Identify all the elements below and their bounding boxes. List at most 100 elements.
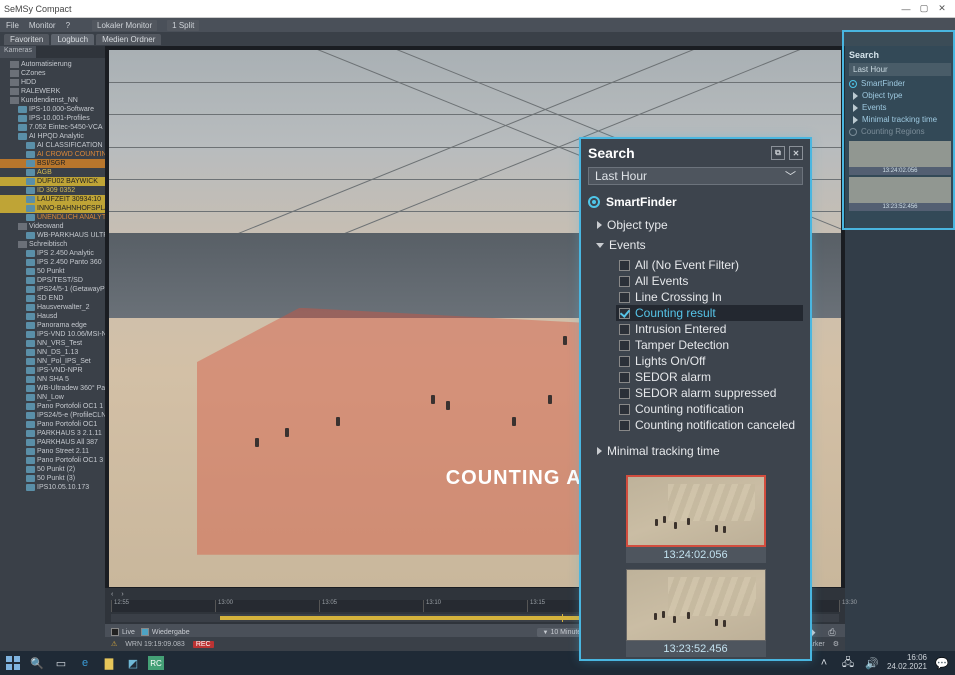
tree-item[interactable]: IPS-10.000-Software — [0, 105, 105, 114]
tab-favoriten[interactable]: Favoriten — [4, 34, 49, 45]
event-filter-row[interactable]: Counting notification — [616, 401, 803, 417]
playback-toggle[interactable]: Wiedergabe — [141, 628, 190, 636]
group-tracking[interactable]: Minimal tracking time — [849, 115, 951, 124]
tree-item[interactable]: Schreibtisch — [0, 240, 105, 249]
tree-item[interactable]: LAUFZEIT 30934:10 — [0, 195, 105, 204]
menu-help[interactable]: ? — [66, 21, 70, 30]
status-gear-icon[interactable]: ⚙ — [833, 640, 839, 648]
tray-net-icon[interactable]: 🖧 — [839, 654, 857, 672]
tree-item[interactable]: AGB — [0, 168, 105, 177]
menu-split[interactable]: 1 Split — [167, 20, 199, 31]
time-range-select[interactable]: Last Hour — [849, 63, 951, 76]
tree-item[interactable]: HDD — [0, 78, 105, 87]
popup-range-select[interactable]: Last Hour﹀ — [588, 167, 803, 185]
event-filter-row[interactable]: Intrusion Entered — [616, 321, 803, 337]
timeline-scroll-left[interactable]: ‹ — [111, 591, 113, 598]
smartfinder-radio[interactable]: SmartFinder — [849, 79, 951, 88]
tree-item[interactable]: Hausd — [0, 312, 105, 321]
tree-item[interactable]: IPS-VND-NPR — [0, 366, 105, 375]
popup-thumbnail[interactable] — [626, 475, 766, 547]
tree-item[interactable]: SD END — [0, 294, 105, 303]
event-filter-row[interactable]: Tamper Detection — [616, 337, 803, 353]
tree-item[interactable]: PARKHAUS 3 2.1.11 — [0, 429, 105, 438]
sidebar-tab-cameras[interactable]: Kameras — [0, 46, 36, 58]
tree-item[interactable]: IPS10.05.10.173 — [0, 483, 105, 492]
tree-item[interactable]: Pano Portofoli OC1 1 — [0, 402, 105, 411]
group-events[interactable]: Events — [849, 103, 951, 112]
tree-item[interactable]: Automatisierung — [0, 60, 105, 69]
tree-item[interactable]: IPS24/5-e (ProfileCLN25) — [0, 411, 105, 420]
menu-file[interactable]: File — [6, 21, 19, 30]
popup-thumbnail[interactable] — [626, 569, 766, 641]
event-filter-row[interactable]: Counting result — [616, 305, 803, 321]
tray-up-icon[interactable]: ˄ — [815, 654, 833, 672]
result-thumbnail[interactable]: 13:24:02.056 — [849, 141, 951, 175]
tree-item[interactable]: Hausverwalter_2 — [0, 303, 105, 312]
event-filter-row[interactable]: Line Crossing In — [616, 289, 803, 305]
tab-medien ordner[interactable]: Medien Ordner — [96, 34, 161, 45]
event-filter-row[interactable]: SEDOR alarm suppressed — [616, 385, 803, 401]
tree-item[interactable]: 50 Punkt (3) — [0, 474, 105, 483]
timeline-cursor[interactable] — [562, 614, 563, 622]
tree-item[interactable]: PARKHAUS All 387 — [0, 438, 105, 447]
event-filter-row[interactable]: Counting notification canceled — [616, 417, 803, 433]
tree-item[interactable]: Videowand — [0, 222, 105, 231]
tree-item[interactable]: RALEWERK — [0, 87, 105, 96]
tree-item[interactable]: CZones — [0, 69, 105, 78]
counting-regions-radio[interactable]: Counting Regions — [849, 127, 951, 136]
tree-item[interactable]: BSI/SGR — [0, 159, 105, 168]
event-filter-row[interactable]: All Events — [616, 273, 803, 289]
taskbar-clock[interactable]: 16:0624.02.2021 — [887, 654, 927, 672]
tree-item[interactable]: IPS-VND 10.06/MSI-Neighborhood — [0, 330, 105, 339]
tree-item[interactable]: DÜFÜ02 BAYWICK — [0, 177, 105, 186]
event-filter-row[interactable]: Lights On/Off — [616, 353, 803, 369]
minimize-button[interactable]: — — [897, 4, 915, 14]
tray-vol-icon[interactable]: 🔊 — [863, 654, 881, 672]
tree-item[interactable]: AI CLASSIFICATION — [0, 141, 105, 150]
task-view-icon[interactable]: ▭ — [52, 654, 70, 672]
popup-group-tracking[interactable]: Minimal tracking time — [588, 441, 803, 461]
popup-dock-icon[interactable]: ⧉ — [771, 146, 785, 160]
explorer-icon[interactable]: ▇ — [100, 654, 118, 672]
tree-item[interactable]: IPS-10.001-Profiles — [0, 114, 105, 123]
tree-item[interactable]: ID 309 0352 — [0, 186, 105, 195]
tree-item[interactable]: IPS24/5-1 (GetawayPattern) — [0, 285, 105, 294]
rc-icon[interactable]: RC — [148, 656, 164, 670]
tree-item[interactable]: Pano Street 2.11 — [0, 447, 105, 456]
maximize-button[interactable]: ▢ — [915, 3, 933, 14]
edge-icon[interactable]: e — [76, 654, 94, 672]
result-thumbnail[interactable]: 13:23:52.456 — [849, 177, 951, 211]
tree-item[interactable]: IPS 2.450 Panto 360 — [0, 258, 105, 267]
popup-smartfinder-radio[interactable]: SmartFinder — [588, 195, 803, 209]
tree-item[interactable]: INNO-BAHNHOFSPLATZ — [0, 204, 105, 213]
tree-item[interactable]: NN_VRS_Test — [0, 339, 105, 348]
tab-logbuch[interactable]: Logbuch — [51, 34, 94, 45]
taskbar-search-icon[interactable]: 🔍 — [28, 654, 46, 672]
event-filter-row[interactable]: All (No Event Filter) — [616, 257, 803, 273]
tree-item[interactable]: AI HPQD Analytic — [0, 132, 105, 141]
menu-local-monitor[interactable]: Lokaler Monitor — [92, 20, 157, 31]
tree-item[interactable]: 7.052 Eintec-5450-VCA — [0, 123, 105, 132]
tree-item[interactable]: NN_Pol_IPS_Set — [0, 357, 105, 366]
tree-item[interactable]: NN_Low — [0, 393, 105, 402]
popup-group-object-type[interactable]: Object type — [588, 215, 803, 235]
tree-item[interactable]: Pano Portofoli OC1 — [0, 420, 105, 429]
tree-item[interactable]: DPS/TEST/SD — [0, 276, 105, 285]
tree-item[interactable]: 50 Punkt — [0, 267, 105, 276]
camera-tree[interactable]: AutomatisierungCZonesHDDRALEWERKKundendi… — [0, 58, 105, 651]
tree-item[interactable]: WB-PARKHAUS ULTRA — [0, 231, 105, 240]
tree-item[interactable]: UNENDLICH ANALYTIC — [0, 213, 105, 222]
timeline-scroll-right[interactable]: › — [121, 591, 123, 598]
tree-item[interactable]: 50 Punkt (2) — [0, 465, 105, 474]
tree-item[interactable]: WB-Ultradew 360° Park [G] — [0, 384, 105, 393]
live-toggle[interactable]: Live — [111, 628, 135, 636]
popup-group-events[interactable]: Events — [588, 235, 803, 255]
start-button[interactable] — [4, 654, 22, 672]
tree-item[interactable]: Pano Portofoli OC1 3 — [0, 456, 105, 465]
app-icon[interactable]: ◩ — [124, 654, 142, 672]
close-button[interactable]: ✕ — [933, 3, 951, 14]
tree-item[interactable]: IPS 2.450 Analytic — [0, 249, 105, 258]
popup-close-icon[interactable]: ✕ — [789, 146, 803, 160]
group-object-type[interactable]: Object type — [849, 91, 951, 100]
tree-item[interactable]: Kundendienst_NN — [0, 96, 105, 105]
